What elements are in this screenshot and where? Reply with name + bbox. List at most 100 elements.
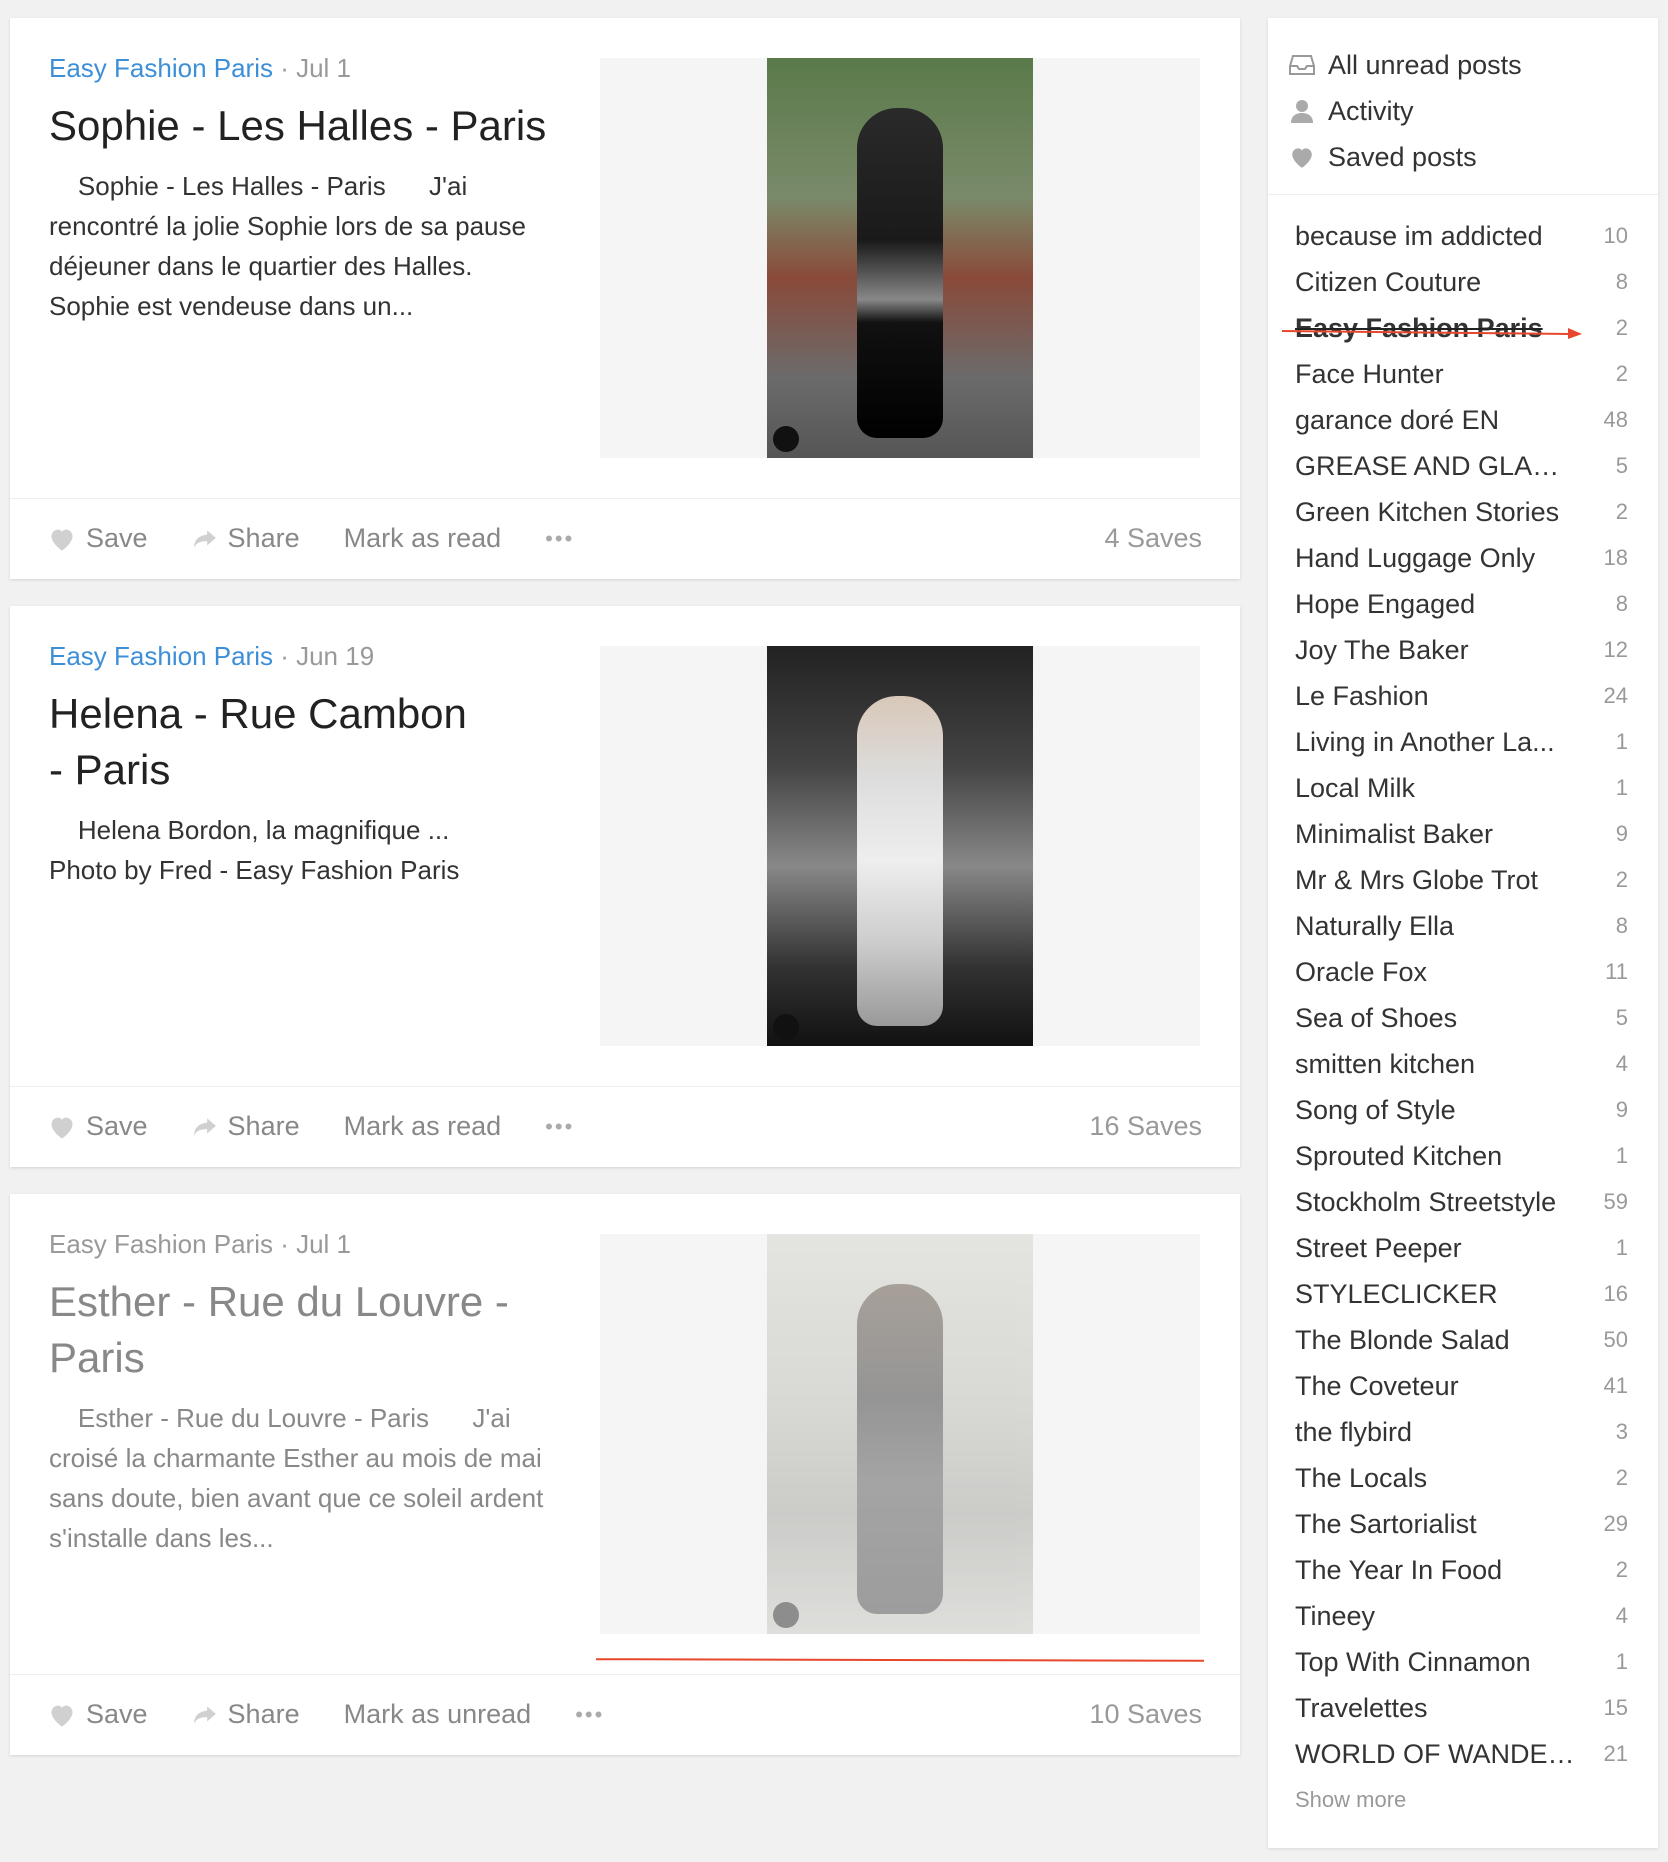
more-options-icon[interactable]: •••: [575, 1702, 604, 1728]
post-thumbnail[interactable]: [767, 58, 1033, 458]
heart-icon: [51, 529, 73, 551]
post-thumbnail[interactable]: [767, 646, 1033, 1046]
activity-link[interactable]: Activity: [1288, 88, 1658, 134]
subscription-name: GREASE AND GLAM...: [1295, 450, 1575, 481]
subscription-item[interactable]: smitten kitchen 4: [1268, 1041, 1658, 1087]
subscription-name: The Locals: [1295, 1462, 1428, 1493]
subscription-item[interactable]: Local Milk 1: [1268, 765, 1658, 811]
subscription-name: Citizen Couture: [1295, 266, 1482, 297]
unread-count: 16: [1603, 1281, 1628, 1306]
subscription-name: STYLECLICKER: [1295, 1278, 1498, 1309]
post-card[interactable]: Easy Fashion Paris · Jun 19 Helena - Rue…: [10, 606, 1240, 1167]
save-button[interactable]: Save: [48, 1699, 148, 1730]
subscription-name: Local Milk: [1295, 772, 1416, 803]
subscription-item[interactable]: The Blonde Salad 50: [1268, 1317, 1658, 1363]
post-thumbnail-frame[interactable]: [600, 646, 1200, 1046]
post-card[interactable]: Easy Fashion Paris · Jul 1 Sophie - Les …: [10, 18, 1240, 579]
post-thumbnail-frame[interactable]: [600, 58, 1200, 458]
post-card[interactable]: Easy Fashion Paris · Jul 1 Esther - Rue …: [10, 1194, 1240, 1755]
subscription-item[interactable]: Face Hunter 2: [1268, 351, 1658, 397]
unread-count: 1: [1615, 775, 1628, 800]
share-button[interactable]: Share: [192, 1699, 300, 1730]
post-thumbnail-frame[interactable]: [600, 1234, 1200, 1634]
show-more-link[interactable]: Show more: [1268, 1777, 1658, 1823]
unread-count: 8: [1615, 591, 1628, 616]
subscription-item[interactable]: Citizen Couture 8: [1268, 259, 1658, 305]
subscription-item[interactable]: Travelettes 15: [1268, 1685, 1658, 1731]
sidebar-top-links: All unread posts Activity Saved posts: [1268, 18, 1658, 195]
unread-count: 1: [1615, 1235, 1628, 1260]
subscription-name: Minimalist Baker: [1295, 818, 1494, 849]
mark-unread-button[interactable]: Mark as unread: [344, 1699, 532, 1730]
unread-count: 15: [1603, 1695, 1628, 1720]
subscription-item[interactable]: Stockholm Streetstyle 59: [1268, 1179, 1658, 1225]
subscription-item[interactable]: Sprouted Kitchen 1: [1268, 1133, 1658, 1179]
post-excerpt: Sophie - Les Halles - Paris J'ai rencont…: [49, 171, 534, 322]
subscription-item[interactable]: WORLD OF WANDER... 21: [1268, 1731, 1658, 1777]
saves-count: 10 Saves: [1089, 1699, 1202, 1729]
subscription-item[interactable]: Hope Engaged 8: [1268, 581, 1658, 627]
share-arrow-icon: [193, 1117, 216, 1136]
mark-read-button[interactable]: Mark as read: [344, 1111, 502, 1142]
save-button[interactable]: Save: [48, 1111, 148, 1142]
subscription-item[interactable]: Top With Cinnamon 1: [1268, 1639, 1658, 1685]
more-options-icon[interactable]: •••: [545, 1114, 574, 1140]
subscription-name: Face Hunter: [1295, 358, 1444, 389]
subscription-item[interactable]: The Year In Food 2: [1268, 1547, 1658, 1593]
subscription-item[interactable]: Street Peeper 1: [1268, 1225, 1658, 1271]
more-options-icon[interactable]: •••: [545, 526, 574, 552]
meta-separator: ·: [272, 1229, 297, 1259]
unread-count: 41: [1603, 1373, 1628, 1398]
subscription-item[interactable]: The Coveteur 41: [1268, 1363, 1658, 1409]
share-arrow-icon: [193, 1705, 216, 1724]
unread-count: 1: [1615, 1143, 1628, 1168]
subscription-item[interactable]: The Sartorialist 29: [1268, 1501, 1658, 1547]
post-source-link[interactable]: Easy Fashion Paris: [49, 53, 273, 83]
inbox-icon: [1288, 51, 1316, 79]
heart-icon: [1288, 143, 1316, 171]
subscription-name: Living in Another La...: [1295, 726, 1555, 757]
subscription-item[interactable]: Le Fashion 24: [1268, 673, 1658, 719]
post-title[interactable]: Helena - Rue Cambon - Paris: [49, 686, 489, 798]
share-button[interactable]: Share: [192, 1111, 300, 1142]
unread-count: 2: [1615, 315, 1628, 340]
subscription-item[interactable]: Joy The Baker 12: [1268, 627, 1658, 673]
subscription-item[interactable]: The Locals 2: [1268, 1455, 1658, 1501]
unread-count: 12: [1603, 637, 1628, 662]
share-button[interactable]: Share: [192, 523, 300, 554]
subscription-item[interactable]: Song of Style 9: [1268, 1087, 1658, 1133]
subscription-item[interactable]: the flybird 3: [1268, 1409, 1658, 1455]
save-button[interactable]: Save: [48, 523, 148, 554]
post-actions: Save Share Mark as read ••• 16 Saves: [48, 1086, 1202, 1167]
mark-read-button[interactable]: Mark as read: [344, 523, 502, 554]
subscription-item[interactable]: Minimalist Baker 9: [1268, 811, 1658, 857]
subscription-item[interactable]: garance doré EN 48: [1268, 397, 1658, 443]
top-link-label: Saved posts: [1328, 142, 1477, 172]
saved-posts-link[interactable]: Saved posts: [1288, 134, 1658, 180]
post-source-link[interactable]: Easy Fashion Paris: [49, 641, 273, 671]
post-title[interactable]: Esther - Rue du Louvre - Paris: [49, 1274, 509, 1386]
subscription-name: the flybird: [1295, 1416, 1413, 1447]
subscription-name: Oracle Fox: [1295, 956, 1428, 987]
subscription-item[interactable]: Oracle Fox 11: [1268, 949, 1658, 995]
subscription-item[interactable]: Living in Another La... 1: [1268, 719, 1658, 765]
meta-separator: ·: [272, 641, 297, 671]
subscription-item[interactable]: Naturally Ella 8: [1268, 903, 1658, 949]
post-source-link[interactable]: Easy Fashion Paris: [49, 1229, 273, 1259]
subscription-item[interactable]: Mr & Mrs Globe Trot 2: [1268, 857, 1658, 903]
unread-count: 21: [1603, 1741, 1628, 1766]
subscription-item[interactable]: Green Kitchen Stories 2: [1268, 489, 1658, 535]
subscription-name: Street Peeper: [1295, 1232, 1462, 1263]
subscription-item[interactable]: because im addicted 10: [1268, 213, 1658, 259]
subscription-item[interactable]: Tineey 4: [1268, 1593, 1658, 1639]
post-thumbnail[interactable]: [767, 1234, 1033, 1634]
all-unread-posts-link[interactable]: All unread posts: [1288, 42, 1658, 88]
subscription-name: Travelettes: [1295, 1692, 1428, 1723]
post-title[interactable]: Sophie - Les Halles - Paris: [49, 98, 579, 154]
subscription-item[interactable]: GREASE AND GLAM... 5: [1268, 443, 1658, 489]
subscription-item[interactable]: Easy Fashion Paris 2: [1268, 305, 1658, 351]
watermark-logo: [773, 1602, 799, 1628]
subscription-item[interactable]: Hand Luggage Only 18: [1268, 535, 1658, 581]
subscription-item[interactable]: STYLECLICKER 16: [1268, 1271, 1658, 1317]
subscription-item[interactable]: Sea of Shoes 5: [1268, 995, 1658, 1041]
